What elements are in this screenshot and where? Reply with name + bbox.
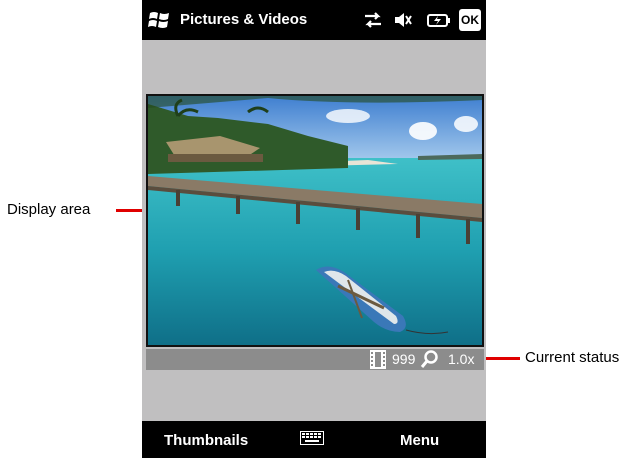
zoom-level: 1.0x (448, 351, 475, 367)
current-status-callout: Current status (525, 349, 620, 366)
zoom-icon[interactable] (420, 350, 440, 369)
app-title: Pictures & Videos (180, 11, 308, 28)
beach-photo (148, 96, 482, 345)
connectivity-icon[interactable] (362, 10, 384, 30)
battery-icon[interactable] (426, 10, 452, 30)
title-bar: Pictures & Videos OK (142, 0, 486, 40)
ok-button[interactable]: OK (459, 9, 481, 31)
picture-count: 999 (392, 351, 416, 367)
display-area-callout: Display area (7, 201, 91, 218)
volume-muted-icon[interactable] (393, 10, 413, 30)
softkey-bar: Thumbnails Menu (142, 421, 486, 458)
menu-softkey[interactable]: Menu (400, 432, 439, 449)
current-status-bar: 999 1.0x (146, 349, 484, 370)
thumbnails-softkey[interactable]: Thumbnails (164, 432, 248, 449)
film-strip-icon (370, 350, 386, 369)
keyboard-icon[interactable] (300, 431, 324, 445)
device-screen: Pictures & Videos OK 999 1.0x Thumbnails… (142, 0, 486, 458)
display-area[interactable] (146, 94, 484, 347)
windows-logo-icon[interactable] (148, 10, 170, 30)
current-status-pointer (486, 357, 520, 360)
